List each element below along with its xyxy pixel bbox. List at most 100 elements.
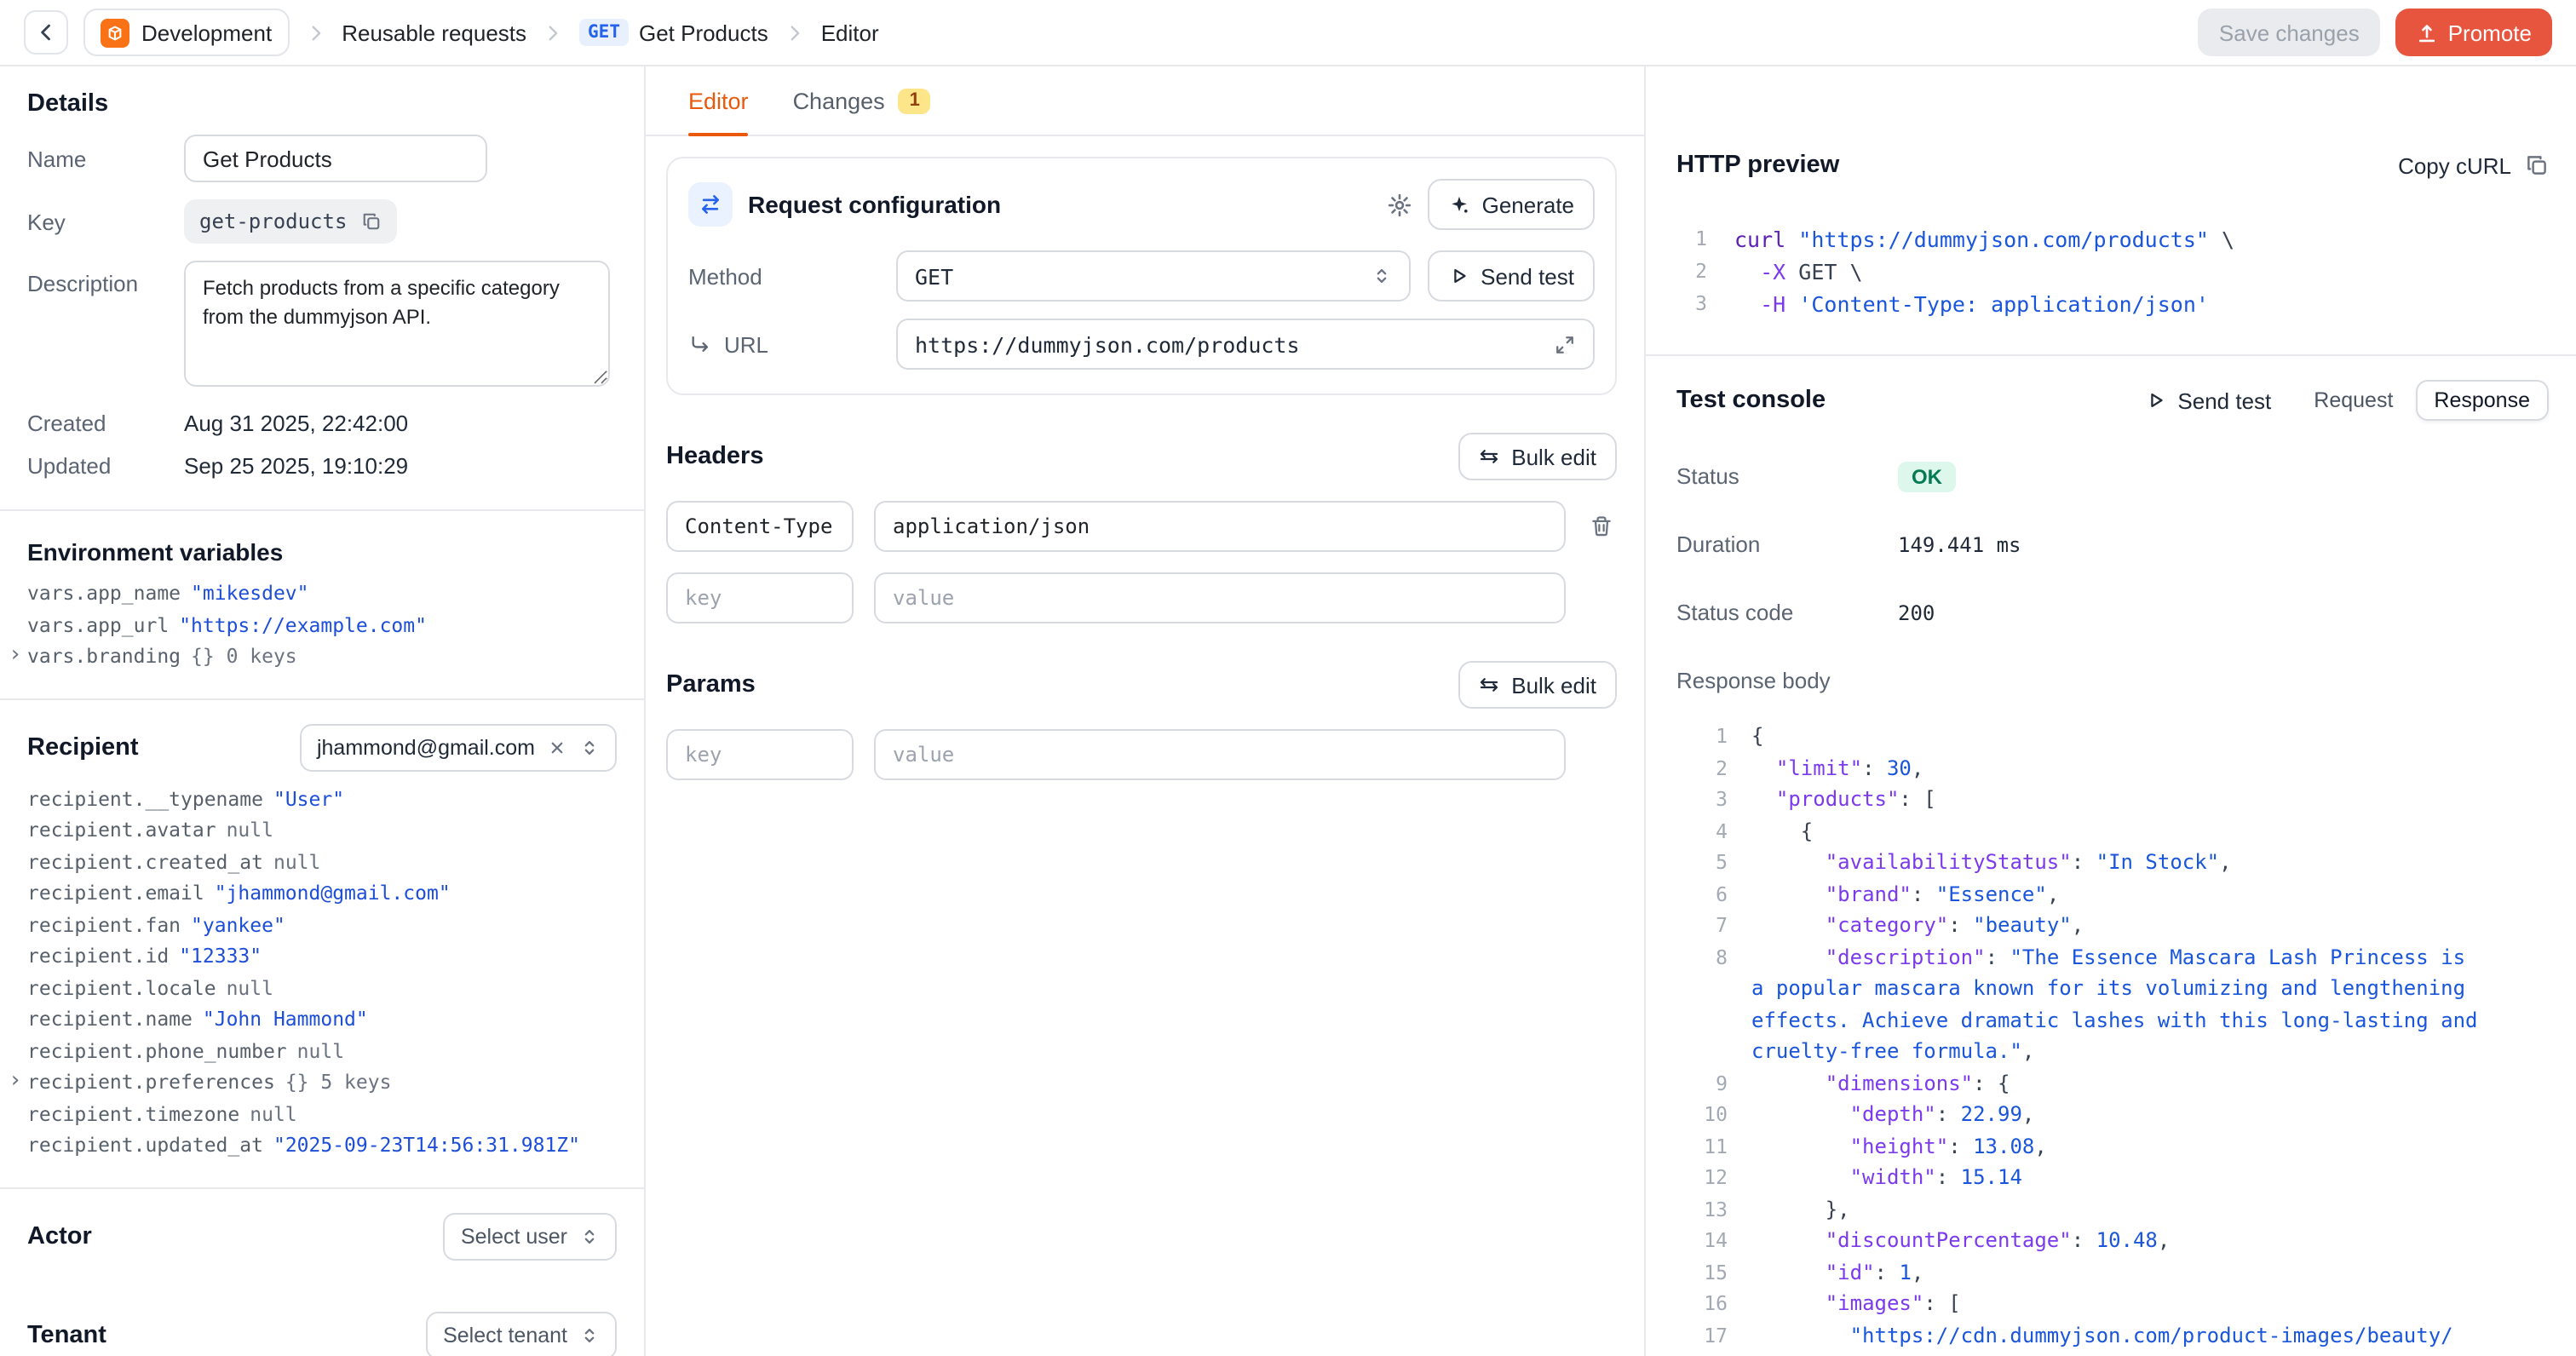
expand-chevron-icon[interactable]: ›: [9, 644, 22, 666]
unfold-icon: [579, 1226, 600, 1246]
delete-header-button[interactable]: [1586, 514, 1617, 538]
line-number: 8: [1693, 941, 1728, 973]
updated-label: Updated: [27, 453, 184, 479]
code-text: "height": 13.08,: [1751, 1130, 2047, 1162]
promote-button[interactable]: Promote: [2395, 9, 2552, 56]
tenant-select[interactable]: Select tenant: [426, 1311, 617, 1356]
method-row: Method GET Send test: [688, 250, 1595, 302]
line-number: 10: [1693, 1099, 1728, 1130]
header-value-input[interactable]: [874, 501, 1566, 552]
gear-icon: [1387, 192, 1412, 217]
line-number: 7: [1693, 910, 1728, 941]
generate-button[interactable]: Generate: [1428, 179, 1595, 230]
variable-row: recipient.email"jhammond@gmail.com": [27, 882, 617, 904]
code-line: 14 "discountPercentage": 10.48,: [1693, 1225, 2549, 1256]
headers-header: Headers Bulk edit: [666, 433, 1617, 480]
variable-key: recipient.id: [27, 945, 169, 967]
code-line: 5 "availabilityStatus": "In Stock",: [1693, 847, 2549, 878]
variable-value: null: [227, 819, 273, 841]
url-input[interactable]: https://dummyjson.com/products: [896, 319, 1595, 370]
header-key-input[interactable]: [666, 572, 854, 623]
variable-value: "yankee": [191, 914, 285, 935]
copy-icon: [360, 211, 381, 232]
actor-select[interactable]: Select user: [444, 1212, 617, 1260]
copy-icon: [2525, 153, 2549, 177]
headers-bulk-edit-button[interactable]: Bulk edit: [1458, 433, 1617, 480]
clear-recipient-icon[interactable]: [547, 737, 567, 757]
details-title: Details: [27, 90, 617, 118]
updated-row: Updated Sep 25 2025, 19:10:29: [27, 453, 617, 479]
duration-label: Duration: [1676, 531, 1898, 557]
header-value-input[interactable]: [874, 572, 1566, 623]
code-text: "dimensions": {: [1751, 1067, 2010, 1099]
line-number: 17: [1693, 1319, 1728, 1351]
headers-title: Headers: [666, 443, 763, 470]
variable-row[interactable]: ›vars.branding{} 0 keys: [27, 646, 617, 667]
code-text: {: [1751, 815, 1813, 847]
updated-value: Sep 25 2025, 19:10:29: [184, 453, 408, 479]
header-row-empty: [666, 572, 1617, 623]
description-textarea[interactable]: Fetch products from a specific category …: [184, 261, 610, 387]
code-line: essence-mascara-lash-princess/1.webp": [1693, 1351, 2549, 1356]
environment-variables-list: vars.app_name"mikesdev"vars.app_url"http…: [27, 583, 617, 667]
copy-key-button[interactable]: [360, 211, 381, 232]
request-settings-button[interactable]: [1387, 192, 1412, 217]
variable-value: "https://example.com": [179, 614, 427, 635]
editor-panel: Editor Changes 1 Request configuration: [646, 66, 1644, 1356]
save-changes-button[interactable]: Save changes: [2199, 9, 2380, 56]
swap-arrows-icon: [688, 182, 733, 227]
variable-row: recipient.fan"yankee": [27, 914, 617, 935]
variable-key: recipient.__typename: [27, 788, 263, 809]
back-button[interactable]: [24, 10, 68, 55]
variable-value: null: [227, 977, 273, 998]
send-test-button[interactable]: Send test: [1428, 250, 1595, 302]
code-text: "description": "The Essence Mascara Lash…: [1751, 941, 2465, 973]
expand-icon[interactable]: [1554, 333, 1576, 355]
breadcrumb-request-name[interactable]: Get Products: [639, 20, 768, 45]
header-key-input[interactable]: [666, 501, 854, 552]
code-line: 16 "images": [: [1693, 1288, 2549, 1319]
line-number: 9: [1693, 1067, 1728, 1099]
breadcrumb-separator-icon: [304, 21, 326, 43]
test-console-header: Test console Send test Request Response: [1676, 375, 2549, 426]
method-select[interactable]: GET: [896, 250, 1411, 302]
line-number: 6: [1693, 878, 1728, 910]
variable-value: "mikesdev": [191, 583, 309, 604]
tab-editor[interactable]: Editor: [688, 66, 749, 135]
actor-title: Actor: [27, 1222, 92, 1250]
environment-switcher[interactable]: Development: [83, 9, 289, 56]
breadcrumb-separator-icon: [784, 21, 806, 43]
tab-changes[interactable]: Changes 1: [793, 66, 931, 135]
breadcrumb-editor[interactable]: Editor: [821, 20, 879, 45]
breadcrumb-reusable-requests[interactable]: Reusable requests: [342, 20, 526, 45]
code-line: 3 "products": [: [1693, 784, 2549, 815]
variable-row: recipient.id"12333": [27, 945, 617, 967]
code-text: "availabilityStatus": "In Stock",: [1751, 847, 2232, 878]
environment-icon: [101, 18, 129, 47]
code-text: a popular mascara known for its volumizi…: [1751, 973, 2465, 1004]
variable-value: null: [250, 1103, 296, 1124]
params-section: Params Bulk edit: [666, 661, 1617, 780]
url-row: URL https://dummyjson.com/products: [688, 319, 1595, 370]
name-input[interactable]: [184, 135, 487, 182]
console-send-test-button[interactable]: Send test: [2145, 388, 2271, 413]
url-label: URL: [688, 331, 879, 357]
variable-value: null: [273, 851, 320, 872]
param-key-input[interactable]: [666, 729, 854, 780]
copy-curl-button[interactable]: Copy cURL: [2398, 152, 2549, 178]
param-value-input[interactable]: [874, 729, 1566, 780]
changes-count-badge: 1: [899, 88, 931, 113]
request-tab-button[interactable]: Request: [2295, 380, 2412, 421]
variable-row[interactable]: ›recipient.preferences{} 5 keys: [27, 1072, 617, 1093]
response-body-code: 1{2 "limit": 30,3 "products": [4 {5 "ava…: [1676, 721, 2549, 1356]
recipient-select[interactable]: jhammond@gmail.com: [300, 723, 617, 771]
code-line: 8 "description": "The Essence Mascara La…: [1693, 941, 2549, 973]
expand-chevron-icon[interactable]: ›: [9, 1070, 22, 1092]
headers-section: Headers Bulk edit: [666, 433, 1617, 623]
variable-key: recipient.avatar: [27, 819, 216, 841]
method-badge: GET: [579, 19, 629, 46]
code-line: a popular mascara known for its volumizi…: [1693, 973, 2549, 1004]
params-bulk-edit-button[interactable]: Bulk edit: [1458, 661, 1617, 709]
response-tab-button[interactable]: Response: [2415, 380, 2549, 421]
code-text: effects. Achieve dramatic lashes with th…: [1751, 1004, 2478, 1036]
